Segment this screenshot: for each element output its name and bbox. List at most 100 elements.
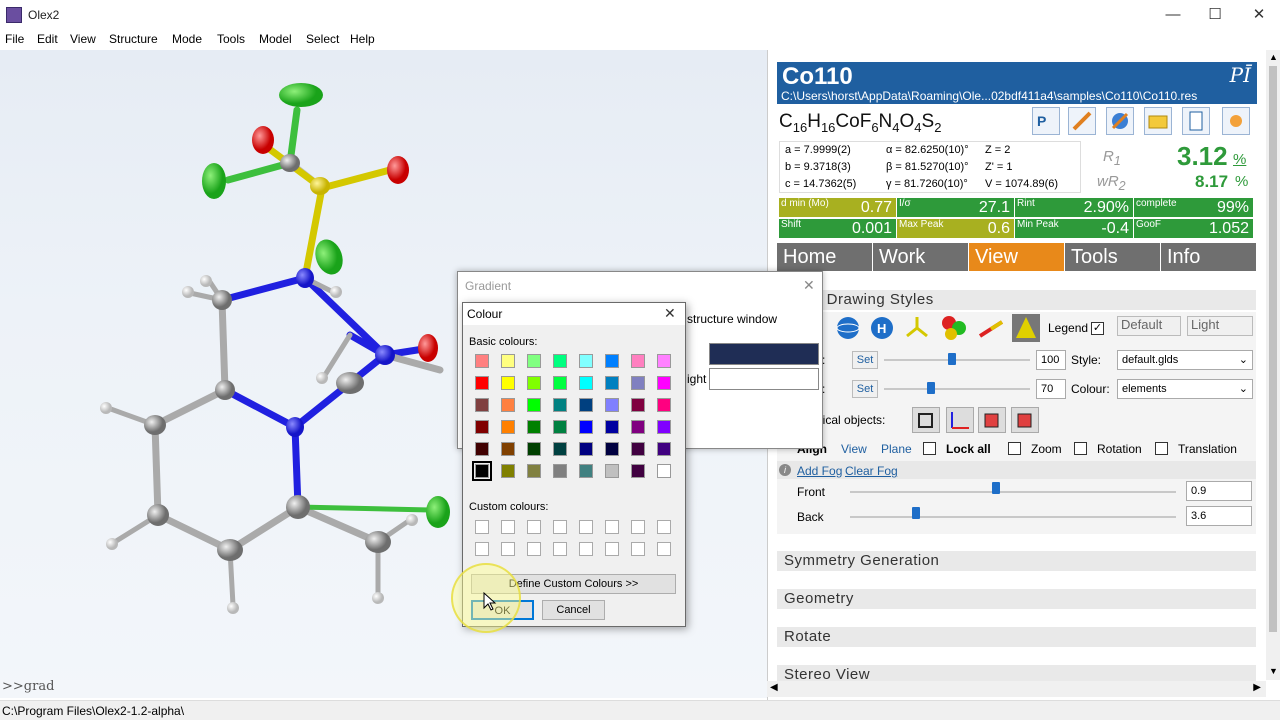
menu-help[interactable]: Help [350,32,375,46]
back-slider-track[interactable] [850,516,1176,518]
basic-colour-swatch[interactable] [527,398,541,412]
back-slider-thumb[interactable] [912,507,920,519]
basic-colour-swatch[interactable] [527,442,541,456]
ball-stick-style-icon[interactable] [940,314,968,342]
minimize-button[interactable]: — [1150,0,1196,30]
rotation-checkbox[interactable] [1074,442,1087,455]
menu-structure[interactable]: Structure [109,32,158,46]
size-slider-track-1[interactable] [884,359,1030,361]
custom-colour-swatch[interactable] [631,542,645,556]
edit-pencil-icon[interactable] [1068,107,1096,135]
basic-colour-swatch[interactable] [501,464,515,478]
basic-colour-swatch[interactable] [475,354,489,368]
basic-colour-swatch[interactable] [475,398,489,412]
basic-colour-swatch[interactable] [501,442,515,456]
basic-colour-swatch[interactable] [475,376,489,390]
menu-tools[interactable]: Tools [217,32,245,46]
basic-colour-swatch[interactable] [605,442,619,456]
colour-dropdown[interactable]: elements ⌄ [1117,379,1253,399]
menu-file[interactable]: File [5,32,24,46]
basic-colour-swatch[interactable] [527,354,541,368]
basic-colour-swatch[interactable] [631,398,645,412]
panel-horizontal-scrollbar[interactable]: ◀ ▶ [767,681,1266,697]
polyhedra-style-icon[interactable] [1012,314,1040,342]
add-fog-link[interactable]: Add Fog [797,464,842,478]
basic-colour-swatch[interactable] [527,376,541,390]
plane-link[interactable]: Plane [881,442,912,456]
basic-colour-swatch[interactable] [631,442,645,456]
stereo-view-header[interactable]: Stereo View [777,665,1256,683]
basic-colour-swatch[interactable] [605,354,619,368]
basic-colour-swatch[interactable] [527,464,541,478]
custom-colour-swatch[interactable] [657,542,671,556]
zoom-checkbox[interactable] [1008,442,1021,455]
custom-colour-swatch[interactable] [579,520,593,534]
basic-colour-swatch[interactable] [579,376,593,390]
open-folder-icon[interactable] [1144,107,1172,135]
front-slider-track[interactable] [850,491,1176,493]
geometry-header[interactable]: Geometry [777,589,1256,609]
colour-close-icon[interactable]: ✕ [664,305,676,322]
basic-colour-swatch[interactable] [657,464,671,478]
custom-colour-swatch[interactable] [475,542,489,556]
basic-colour-swatch[interactable] [657,354,671,368]
size-slider-thumb-1[interactable] [948,353,956,365]
custom-colour-swatch[interactable] [501,542,515,556]
custom-colour-swatch[interactable] [631,520,645,534]
basic-colour-swatch[interactable] [501,398,515,412]
menu-model[interactable]: Model [259,32,292,46]
tab-home[interactable]: Home [777,243,872,271]
settings-sun-icon[interactable] [1222,107,1250,135]
command-line[interactable]: >>grad [2,679,54,694]
sphere-style-icon[interactable] [834,314,862,342]
gradient-bottom-colour-swatch[interactable] [709,368,819,390]
basic-colour-swatch[interactable] [605,420,619,434]
custom-colour-swatch[interactable] [501,520,515,534]
basic-colour-swatch[interactable] [501,354,515,368]
gradient-close-icon[interactable]: ✕ [803,277,815,294]
basic-colour-swatch[interactable] [657,442,671,456]
basic-colour-swatch[interactable] [631,420,645,434]
basic-colour-swatch[interactable] [472,461,492,481]
basic-colour-swatch[interactable] [657,398,671,412]
menu-edit[interactable]: Edit [37,32,58,46]
axes-icon[interactable] [946,407,974,433]
translation-checkbox[interactable] [1155,442,1168,455]
front-slider-thumb[interactable] [992,482,1000,494]
basic-colour-swatch[interactable] [631,376,645,390]
tab-tools[interactable]: Tools [1065,243,1160,271]
ok-button[interactable]: OK [471,600,534,620]
view-link[interactable]: View [841,442,867,456]
basic-colour-swatch[interactable] [553,464,567,478]
custom-colour-swatch[interactable] [605,520,619,534]
basic-colour-swatch[interactable] [475,442,489,456]
basis-cube-icon[interactable] [978,407,1006,433]
set-button-1[interactable]: Set [852,351,878,369]
legend-checkbox[interactable]: ✓ [1091,322,1104,335]
basic-colour-swatch[interactable] [501,420,515,434]
grid-cube-icon[interactable] [1011,407,1039,433]
style-dropdown[interactable]: default.glds ⌄ [1117,350,1253,370]
symmetry-generation-header[interactable]: Symmetry Generation [777,551,1256,571]
maximize-button[interactable]: ☐ [1192,0,1238,30]
basic-colour-swatch[interactable] [553,420,567,434]
size-value-2[interactable]: 70 [1036,379,1066,399]
basic-colour-swatch[interactable] [605,398,619,412]
close-window-button[interactable]: ✕ [1236,0,1280,30]
cell-box-icon[interactable] [912,407,940,433]
hydrogen-style-icon[interactable]: H [868,314,896,342]
basic-colour-swatch[interactable] [657,420,671,434]
drawing-styles-header[interactable]: k Drawing Styles [777,290,1256,310]
back-value[interactable]: 3.6 [1186,506,1252,526]
custom-colour-swatch[interactable] [657,520,671,534]
basic-colour-swatch[interactable] [579,464,593,478]
custom-colour-swatch[interactable] [475,520,489,534]
clear-fog-link[interactable]: Clear Fog [845,464,898,478]
basic-colour-swatch[interactable] [553,442,567,456]
tab-info[interactable]: Info [1161,243,1256,271]
basic-colour-swatch[interactable] [657,376,671,390]
custom-colour-swatch[interactable] [553,542,567,556]
light-button[interactable]: Light [1187,316,1253,336]
front-value[interactable]: 0.9 [1186,481,1252,501]
custom-colour-swatch[interactable] [579,542,593,556]
